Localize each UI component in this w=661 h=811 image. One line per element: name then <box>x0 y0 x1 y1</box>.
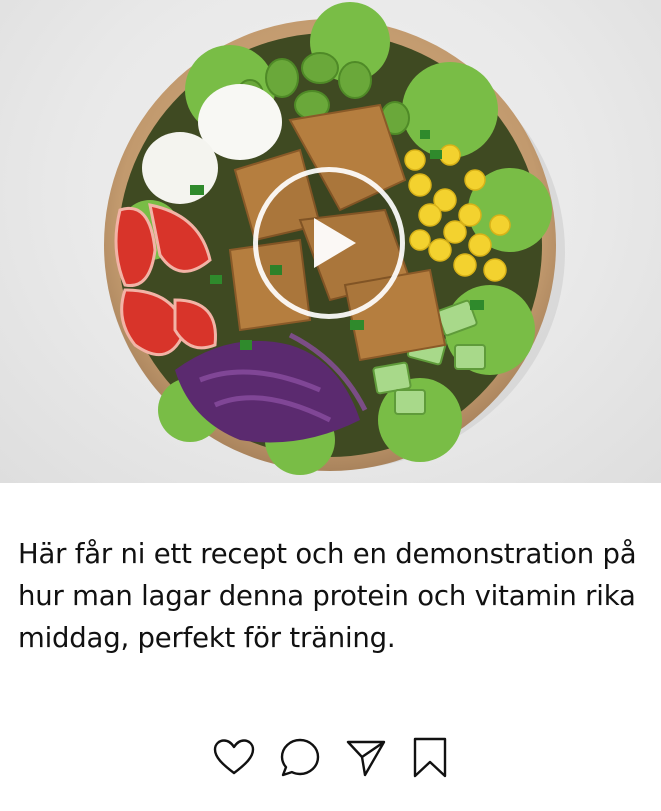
send-icon <box>346 740 386 777</box>
share-button[interactable] <box>344 736 388 780</box>
comment-button[interactable] <box>278 736 322 780</box>
play-icon <box>314 218 356 268</box>
post-caption: Här får ni ett recept och en demonstrati… <box>18 538 637 654</box>
post-actions <box>212 736 452 780</box>
heart-icon <box>213 739 255 775</box>
post-video[interactable] <box>0 0 661 483</box>
play-button[interactable] <box>253 167 405 319</box>
like-button[interactable] <box>212 736 256 780</box>
bookmark-icon <box>413 737 447 778</box>
comment-icon <box>280 738 320 777</box>
save-button[interactable] <box>408 736 452 780</box>
